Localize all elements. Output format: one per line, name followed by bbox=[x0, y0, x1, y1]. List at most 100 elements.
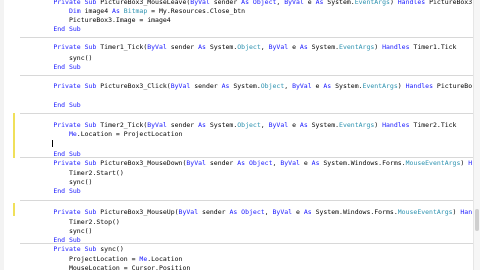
code-line[interactable]: Private Sub Timer1_Tick(ByVal sender As … bbox=[22, 43, 472, 52]
keyword-token: End Sub bbox=[53, 150, 81, 158]
code-token: sync() bbox=[22, 54, 93, 62]
code-token: sender bbox=[205, 159, 238, 167]
code-token: Timer2.Stop() bbox=[22, 218, 120, 226]
keyword-token: Private Sub bbox=[53, 0, 97, 6]
keyword-token: ByVal bbox=[186, 159, 206, 167]
code-token: MouseLocation = Cursor.Position bbox=[22, 264, 191, 272]
keyword-token: Handles bbox=[382, 43, 410, 51]
code-line[interactable]: End Sub bbox=[22, 187, 472, 196]
change-bar bbox=[13, 113, 15, 158]
code-token: System. bbox=[307, 121, 340, 129]
code-line[interactable]: End Sub bbox=[22, 101, 472, 110]
keyword-token: End Sub bbox=[53, 63, 81, 71]
code-line[interactable]: Timer2.Stop() bbox=[22, 218, 472, 227]
code-token: sender bbox=[190, 82, 222, 90]
code-token: .Location = ProjectLocation bbox=[76, 130, 183, 138]
scrollbar-thumb[interactable] bbox=[475, 209, 479, 231]
type-token: EventArgs bbox=[339, 43, 375, 51]
code-line[interactable]: Private Sub PictureBox3_MouseLeave(ByVal… bbox=[22, 0, 472, 7]
keyword-token: ByVal bbox=[272, 208, 293, 216]
code-line[interactable]: End Sub bbox=[22, 236, 472, 245]
keyword-token: End Sub bbox=[53, 101, 81, 109]
keyword-token: Private Sub bbox=[53, 43, 97, 51]
code-token: System. bbox=[205, 43, 238, 51]
keyword-token: Private Sub bbox=[53, 159, 97, 167]
code-line[interactable]: sync() bbox=[22, 227, 472, 236]
code-token: = My.Resources.Close_btn bbox=[147, 7, 246, 15]
code-token: Timer1_Tick( bbox=[96, 43, 148, 51]
keyword-token: ByVal bbox=[147, 43, 167, 51]
code-token: System. bbox=[323, 0, 355, 6]
code-token: System. bbox=[307, 43, 340, 51]
keyword-token: Dim bbox=[68, 7, 81, 15]
code-line[interactable]: ProjectLocation = Me.Location bbox=[22, 255, 472, 264]
keyword-token: ByVal bbox=[147, 121, 167, 129]
code-token: PictureBox3_MouseLeave( bbox=[96, 0, 191, 6]
type-token: Object bbox=[237, 121, 261, 129]
code-token: e bbox=[288, 121, 300, 129]
type-token: Object bbox=[260, 82, 285, 90]
code-line[interactable]: PictureBox3.Image = image4 bbox=[22, 16, 472, 25]
code-token: sender bbox=[209, 0, 242, 6]
method-separator bbox=[20, 200, 473, 201]
keyword-token: ByVal bbox=[170, 82, 191, 90]
code-token: image4 bbox=[80, 7, 113, 15]
keyword-token: ByVal bbox=[268, 121, 289, 129]
keyword-token: Private Sub bbox=[53, 245, 97, 253]
code-token: PictureBox3.Image = image4 bbox=[22, 16, 171, 24]
code-line[interactable]: Private Sub Timer2_Tick(ByVal sender As … bbox=[22, 121, 472, 130]
keyword-token: As bbox=[303, 208, 312, 216]
keyword-token: Handles bbox=[460, 208, 472, 216]
code-token: sender bbox=[166, 43, 199, 51]
keyword-token: ByVal bbox=[280, 159, 300, 167]
code-line[interactable]: End Sub bbox=[22, 150, 472, 159]
code-token: e bbox=[299, 159, 312, 167]
code-token: ) bbox=[374, 43, 383, 51]
type-token: MouseEventArgs bbox=[405, 159, 461, 167]
keyword-token: ByVal bbox=[190, 0, 210, 6]
type-token: Bitmap bbox=[123, 7, 148, 15]
code-token: PictureBox3.Click bbox=[436, 82, 472, 90]
code-token: sender bbox=[166, 121, 199, 129]
keyword-token: As Object bbox=[229, 208, 265, 216]
code-token: sync() bbox=[96, 245, 124, 253]
code-token: sender bbox=[198, 208, 230, 216]
code-line[interactable]: Private Sub sync() bbox=[22, 245, 472, 254]
code-line[interactable]: Private Sub PictureBox3_MouseDown(ByVal … bbox=[22, 159, 472, 168]
keyword-token: As Object bbox=[241, 0, 277, 6]
code-line[interactable]: End Sub bbox=[22, 25, 472, 34]
code-token: , bbox=[284, 82, 293, 90]
code-line[interactable] bbox=[22, 139, 472, 148]
code-token: .Location bbox=[147, 255, 183, 263]
code-token: ) bbox=[374, 121, 383, 129]
code-line[interactable]: Timer2.Start() bbox=[22, 169, 472, 178]
code-token: ProjectLocation = bbox=[22, 255, 140, 263]
keyword-token: As Object bbox=[237, 159, 273, 167]
code-line[interactable]: End Sub bbox=[22, 63, 472, 72]
code-token: , bbox=[264, 208, 273, 216]
type-token: Object bbox=[237, 43, 261, 51]
keyword-token: Handles bbox=[468, 159, 472, 167]
code-line[interactable]: Dim image4 As Bitmap = My.Resources.Clos… bbox=[22, 7, 472, 16]
code-line[interactable]: MouseLocation = Cursor.Position bbox=[22, 264, 472, 273]
code-line[interactable]: sync() bbox=[22, 178, 472, 187]
code-token: sync() bbox=[22, 227, 93, 235]
method-separator bbox=[20, 37, 473, 38]
code-line[interactable]: Private Sub PictureBox3_MouseUp(ByVal se… bbox=[22, 208, 472, 217]
code-line[interactable]: Me.Location = ProjectLocation bbox=[22, 130, 472, 139]
keyword-token: Private Sub bbox=[53, 121, 97, 129]
code-token: e bbox=[292, 208, 304, 216]
code-line[interactable]: Private Sub PictureBox3_Click(ByVal send… bbox=[22, 82, 472, 91]
code-token: Timer2_Tick( bbox=[96, 121, 148, 129]
code-token: Timer2.Start() bbox=[22, 169, 124, 177]
code-line[interactable]: sync() bbox=[22, 54, 472, 63]
vertical-scrollbar[interactable] bbox=[473, 0, 480, 270]
keyword-token: As bbox=[198, 43, 206, 51]
